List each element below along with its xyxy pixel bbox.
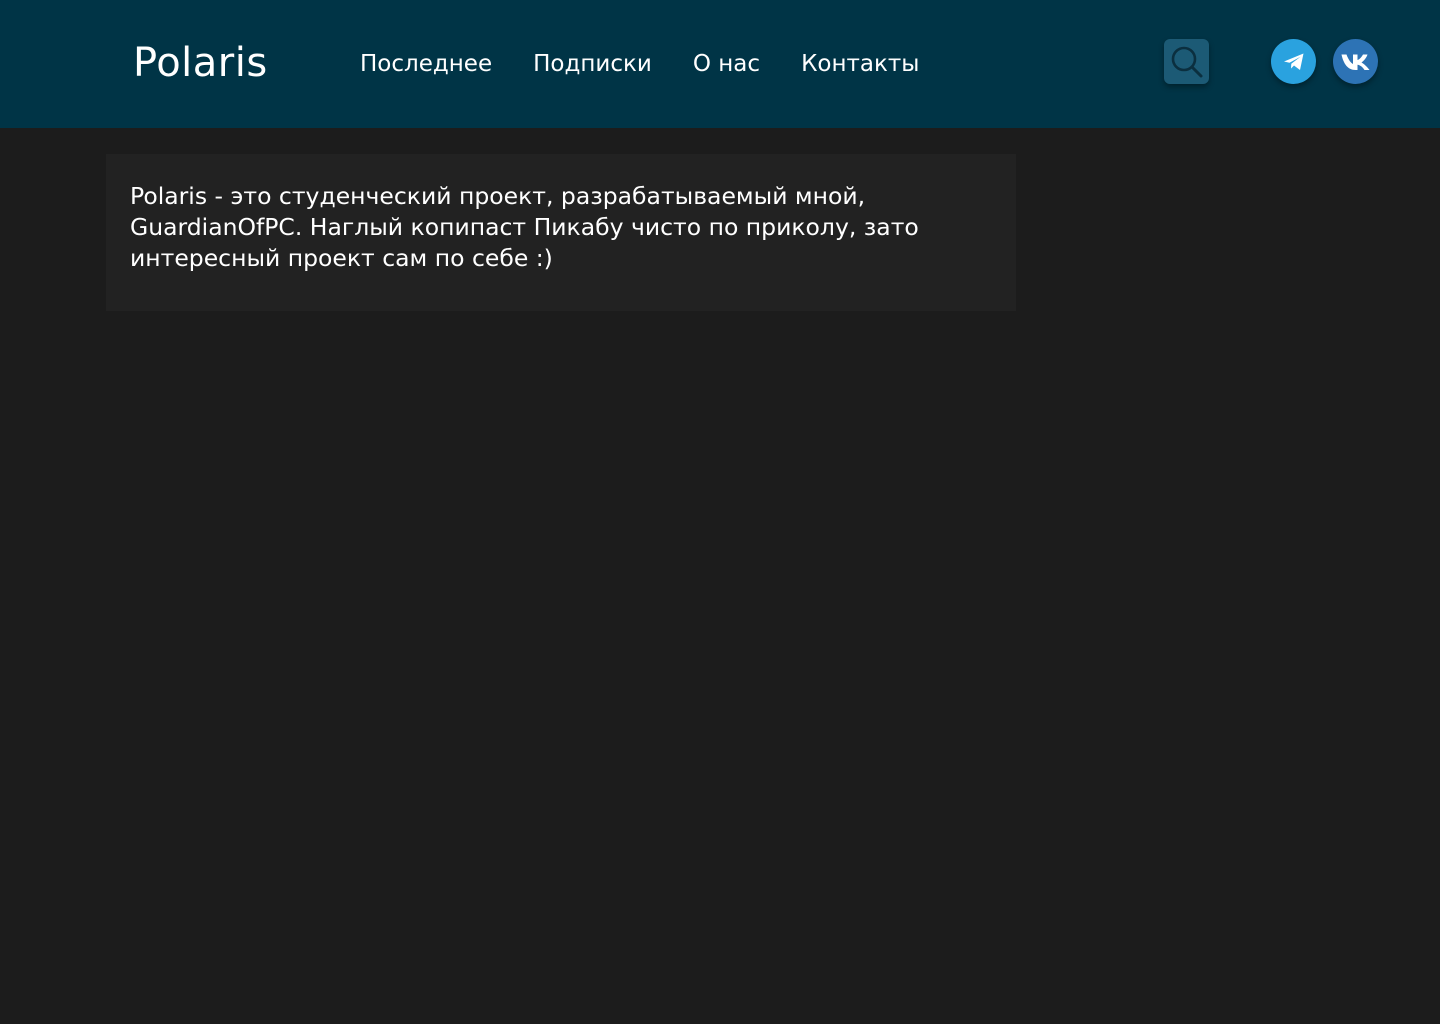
search-icon xyxy=(1171,46,1202,77)
about-text: Polaris - это студенческий проект, разра… xyxy=(130,182,919,272)
search-button[interactable] xyxy=(1164,39,1209,84)
telegram-icon xyxy=(1283,53,1303,70)
nav-item-about[interactable]: О нас xyxy=(693,48,760,80)
nav-item-subscriptions[interactable]: Подписки xyxy=(533,48,652,80)
nav-item-latest[interactable]: Последнее xyxy=(360,48,492,80)
main-nav: Последнее Подписки О нас Контакты xyxy=(360,48,960,80)
site-header: Polaris Последнее Подписки О нас Контакт… xyxy=(0,0,1440,128)
vk-button[interactable] xyxy=(1333,39,1378,84)
telegram-button[interactable] xyxy=(1271,39,1316,84)
about-card: Polaris - это студенческий проект, разра… xyxy=(106,154,1016,311)
vk-icon xyxy=(1341,54,1369,70)
site-logo[interactable]: Polaris xyxy=(133,38,268,88)
nav-item-contacts[interactable]: Контакты xyxy=(801,48,919,80)
